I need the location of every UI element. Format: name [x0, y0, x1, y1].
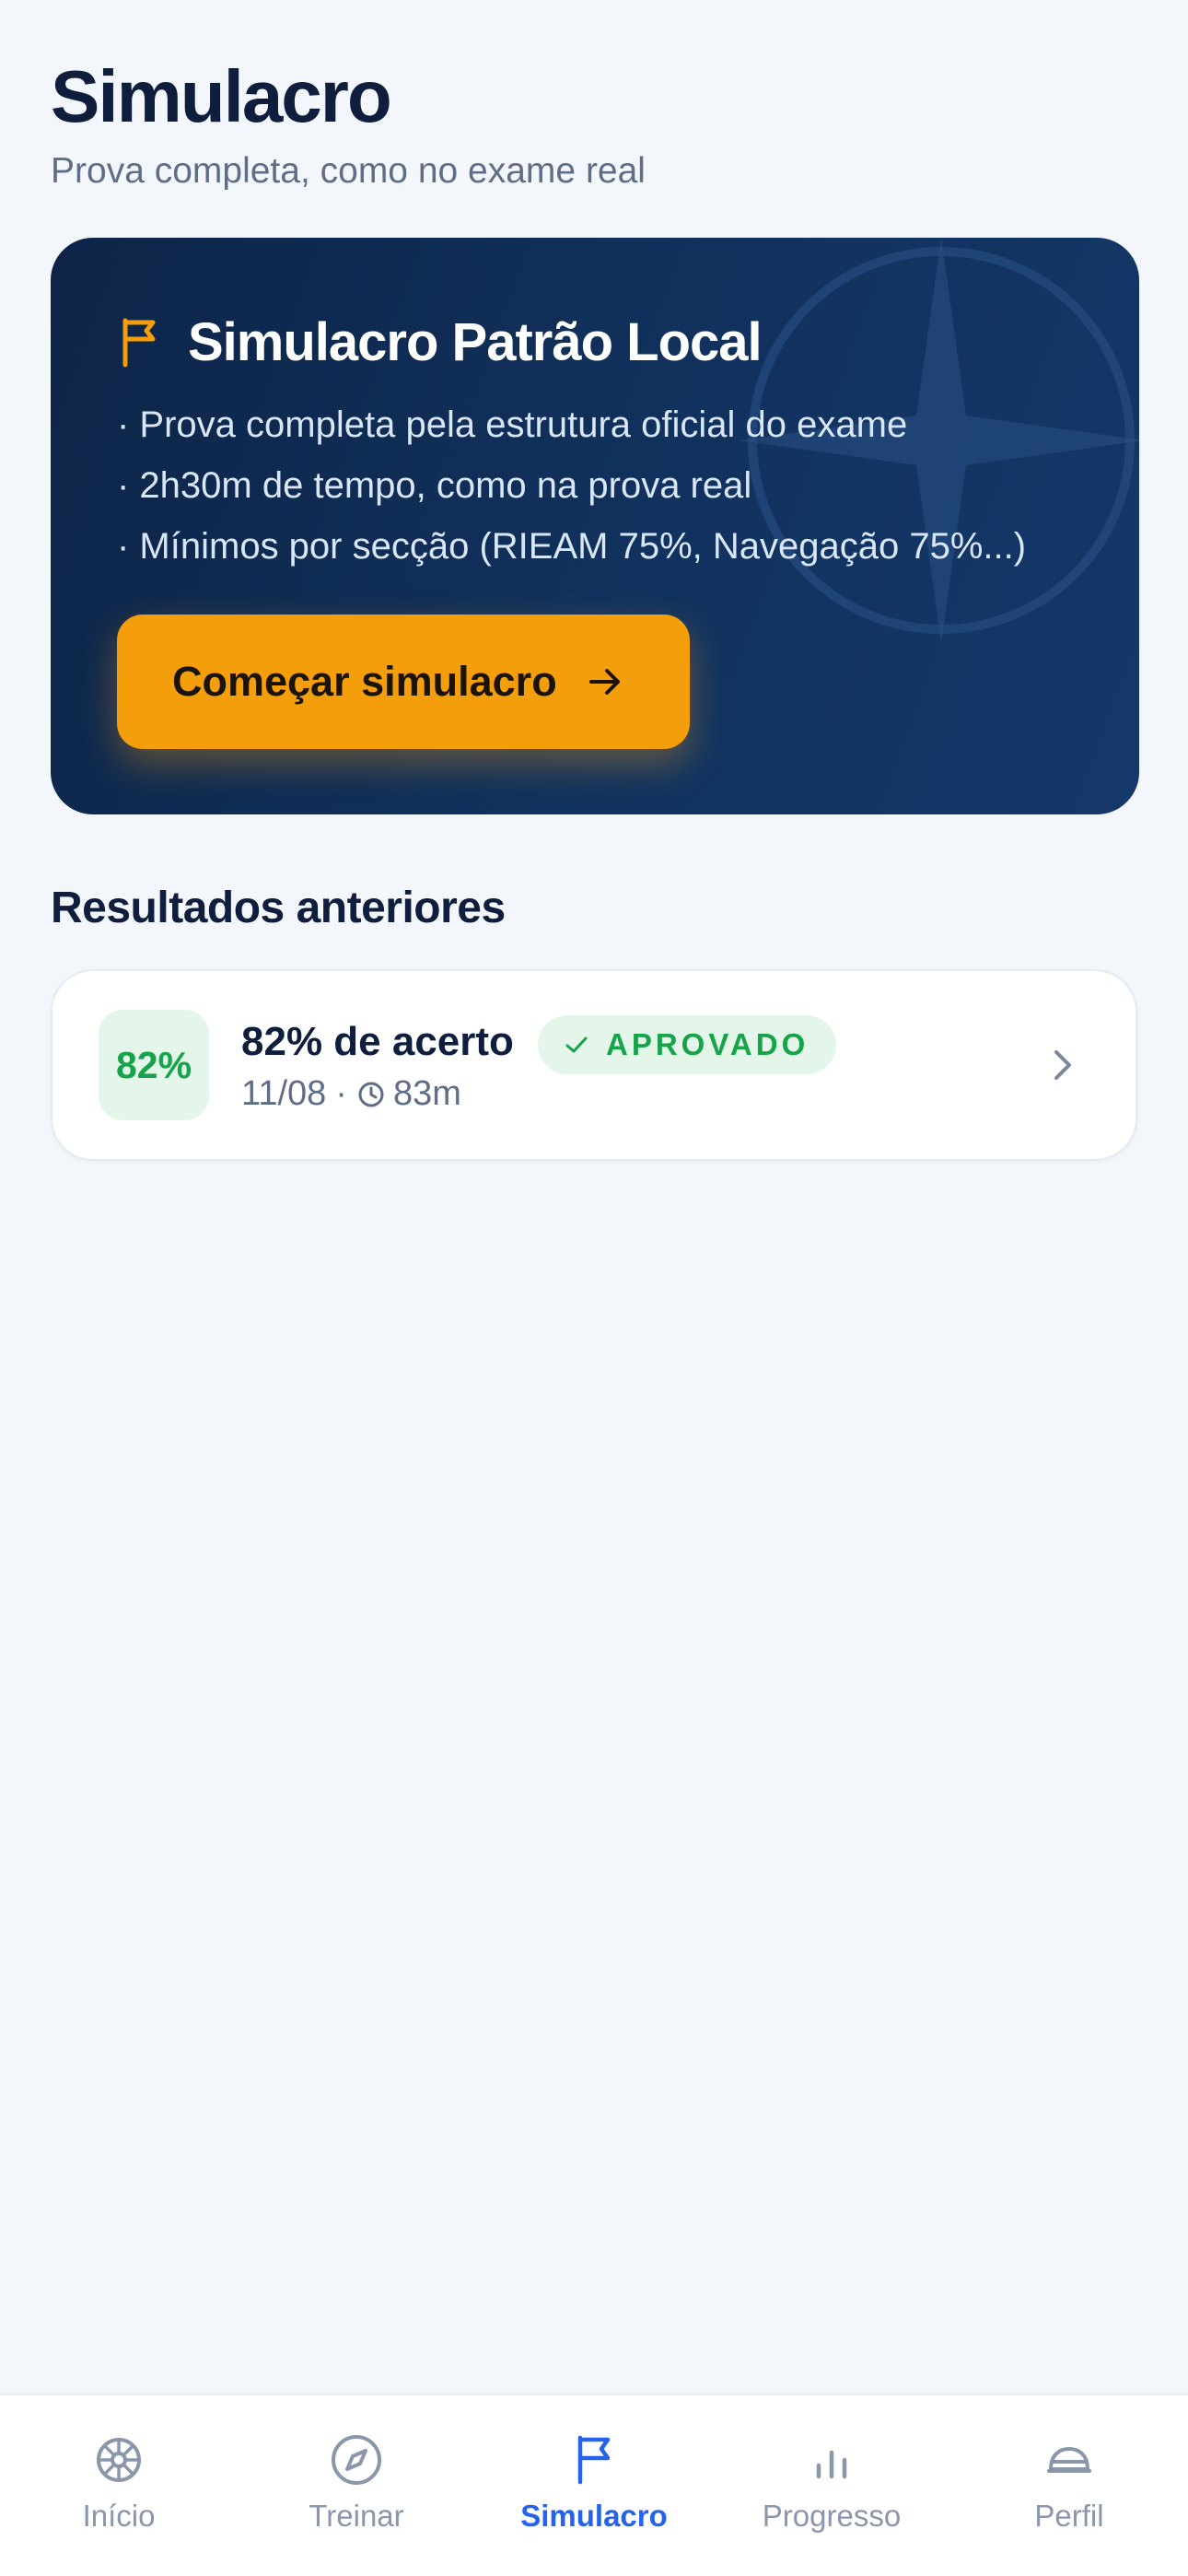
simulation-hero-card: Simulacro Patrão Local · Prova completa … — [51, 238, 1139, 814]
result-date: 11/08 — [241, 1074, 327, 1113]
helm-icon — [97, 2438, 141, 2482]
nav-item-simulacro[interactable]: Simulacro — [475, 2395, 713, 2576]
nav-label: Perfil — [1034, 2499, 1104, 2533]
score-badge: 82% — [99, 1010, 209, 1120]
status-label: APROVADO — [606, 1027, 809, 1061]
hero-feature-item: · 2h30m de tempo, como na prova real — [117, 465, 752, 506]
compass-icon — [332, 2435, 381, 2485]
hero-title: Simulacro Patrão Local — [188, 312, 763, 372]
simulacro-screen: Simulacro Prova completa, como no exame … — [0, 0, 1188, 2576]
result-meta: 11/08 · 83m — [241, 1074, 461, 1114]
bar-chart-icon — [816, 2450, 847, 2479]
meta-separator: · — [335, 1074, 347, 1113]
clock-icon — [358, 1082, 384, 1107]
check-icon — [565, 1036, 588, 1053]
start-simulation-button[interactable]: Começar simulacro — [117, 615, 690, 749]
status-badge: APROVADO — [538, 1015, 837, 1074]
bottom-nav: Início Treinar Simulacro Progresso Perfi… — [0, 2394, 1188, 2576]
flag-icon — [122, 318, 156, 367]
page-header: Simulacro Prova completa, como no exame … — [51, 55, 646, 193]
previous-results-title: Resultados anteriores — [51, 884, 506, 932]
result-item[interactable]: 82% 82% de acerto APROVADO 11/08 · 83m — [51, 969, 1137, 1161]
result-title: 82% de acerto — [241, 1019, 514, 1064]
nav-label: Treinar — [309, 2499, 404, 2533]
nav-item-treinar[interactable]: Treinar — [238, 2395, 475, 2576]
nav-label: Início — [82, 2499, 156, 2533]
hero-feature-item: · Prova completa pela estrutura oficial … — [117, 404, 908, 445]
page-title: Simulacro — [51, 55, 392, 137]
result-duration: 83m — [392, 1074, 461, 1113]
page-subtitle: Prova completa, como no exame real — [51, 151, 646, 191]
nav-label: Simulacro — [520, 2499, 668, 2533]
arrow-right-icon — [588, 669, 620, 695]
nav-item-inicio[interactable]: Início — [0, 2395, 238, 2576]
hero-feature-list: · Prova completa pela estrutura oficial … — [117, 394, 1026, 577]
start-simulation-label: Começar simulacro — [172, 658, 557, 705]
hero-feature-item: · Mínimos por secção (RIEAM 75%, Navegaç… — [117, 526, 1027, 567]
nav-item-perfil[interactable]: Perfil — [950, 2395, 1188, 2576]
captain-hat-icon — [1047, 2447, 1091, 2473]
hero-title-row: Simulacro Patrão Local — [120, 311, 763, 373]
nav-item-progresso[interactable]: Progresso — [713, 2395, 950, 2576]
nav-label: Progresso — [762, 2499, 902, 2533]
chevron-right-icon — [1054, 1050, 1071, 1080]
flag-icon — [577, 2435, 611, 2485]
